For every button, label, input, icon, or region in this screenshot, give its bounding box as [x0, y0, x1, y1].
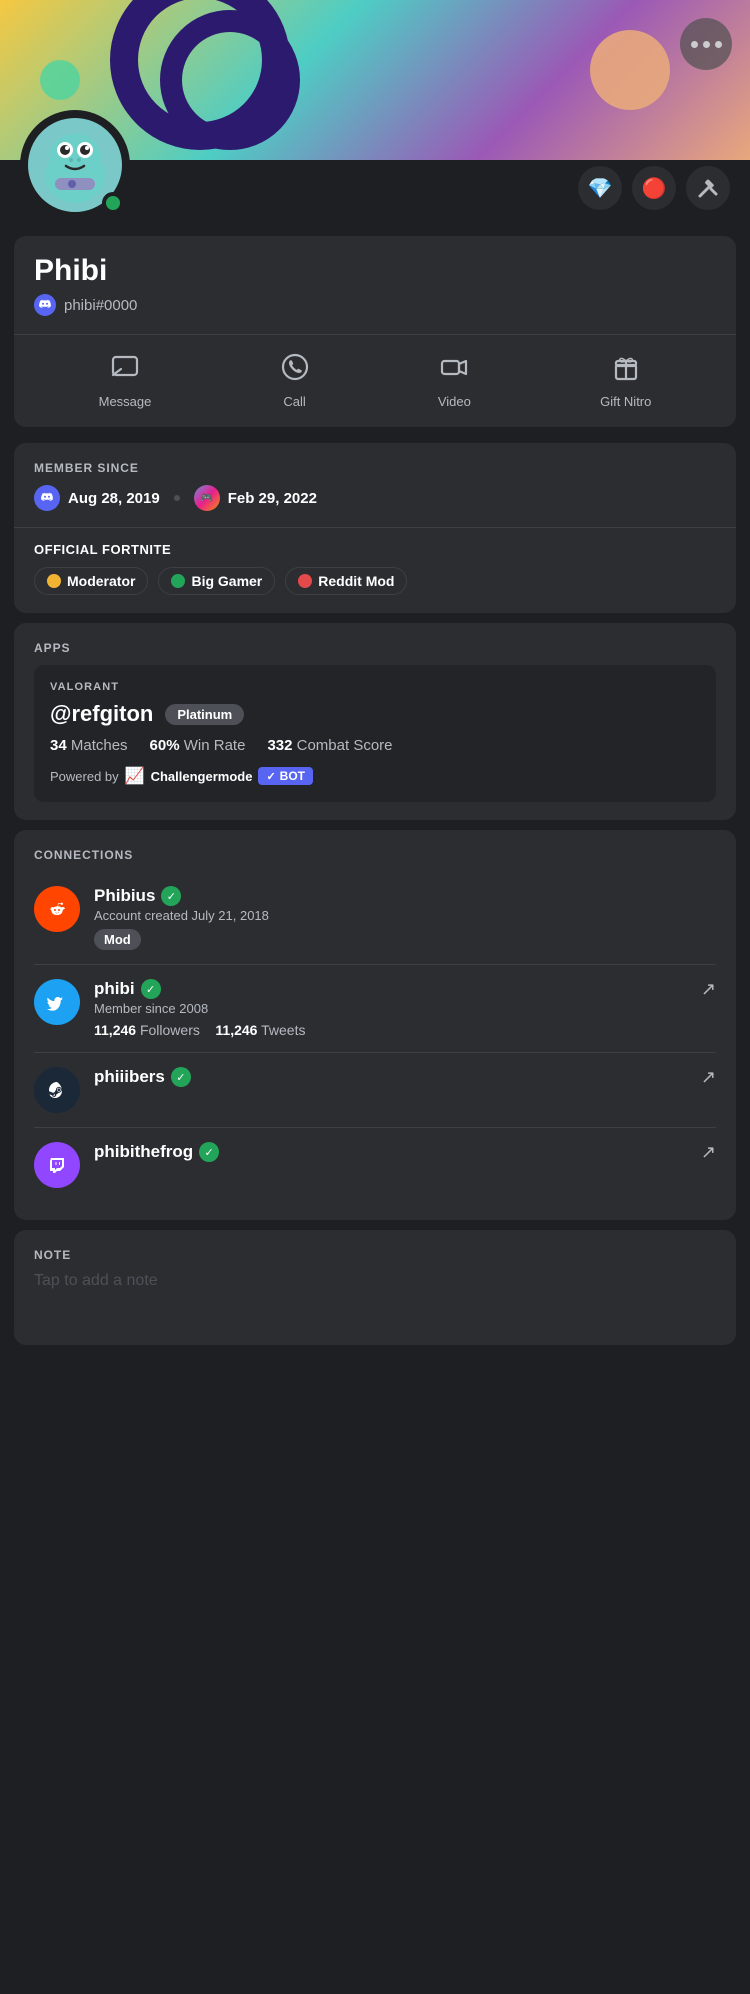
action-buttons-row: Message Call Video — [34, 335, 716, 427]
apps-label: APPS — [34, 641, 716, 655]
valorant-stats: 34 Matches 60% Win Rate 332 Combat Score — [50, 737, 700, 754]
twitter-tweets-value: 11,246 — [215, 1022, 257, 1038]
role-moderator[interactable]: Moderator — [34, 567, 148, 595]
twitter-sub-text: Member since 2008 — [94, 1001, 716, 1016]
avatar-row: 💎 🔴 — [0, 110, 750, 220]
matches-stat: 34 Matches — [50, 737, 128, 754]
mod-badge: Mod — [94, 929, 141, 950]
role-big-gamer[interactable]: Big Gamer — [158, 567, 275, 595]
more-options-button[interactable] — [680, 18, 732, 70]
connections-section: CONNECTIONS Phibius ✓ Account created Ju… — [14, 830, 736, 1220]
official-fortnite-title: OFFICIAL FORTNITE — [34, 542, 716, 557]
twitter-stats: 11,246 Followers 11,246 Tweets — [94, 1022, 716, 1038]
gift-nitro-button[interactable]: Gift Nitro — [600, 353, 651, 409]
steam-external-link[interactable]: ↗ — [701, 1067, 716, 1088]
avatar — [20, 110, 130, 220]
twitter-verified-icon: ✓ — [141, 979, 161, 999]
reddit-icon — [34, 886, 80, 932]
note-section: NOTE — [14, 1230, 736, 1345]
valorant-game-label: VALORANT — [50, 681, 700, 693]
valorant-username: @refgiton — [50, 701, 153, 727]
connection-reddit: Phibius ✓ Account created July 21, 2018 … — [34, 872, 716, 965]
twitter-followers-label: Followers — [140, 1022, 200, 1038]
gift-nitro-label: Gift Nitro — [600, 394, 651, 409]
reddit-sub-text: Account created July 21, 2018 — [94, 908, 716, 923]
tools-icon-button[interactable] — [686, 166, 730, 210]
call-label: Call — [283, 394, 305, 409]
connection-twitch: phibithefrog ✓ ↗ — [34, 1128, 716, 1202]
roles-row: Moderator Big Gamer Reddit Mod — [34, 567, 716, 595]
steam-verified-icon: ✓ — [171, 1067, 191, 1087]
twitter-connection-info: phibi ✓ Member since 2008 11,246 Followe… — [94, 979, 716, 1038]
bot-label: BOT — [280, 769, 305, 783]
twitter-tweets-label: Tweets — [261, 1022, 305, 1038]
reddit-verified-icon: ✓ — [161, 886, 181, 906]
message-button[interactable]: Message — [99, 353, 152, 409]
steam-connection-info: phiiibers ✓ — [94, 1067, 716, 1089]
note-input[interactable] — [34, 1272, 716, 1322]
twitch-external-link[interactable]: ↗ — [701, 1142, 716, 1163]
twitch-username: phibithefrog — [94, 1142, 193, 1162]
powered-by-text: Powered by — [50, 769, 119, 784]
connection-steam: phiiibers ✓ ↗ — [34, 1053, 716, 1128]
apps-section: APPS VALORANT @refgiton Platinum 34 Matc… — [14, 623, 736, 820]
bot-badge: ✓ BOT — [258, 767, 313, 785]
member-since-section: MEMBER SINCE Aug 28, 2019 🎮 Feb 29, 2022… — [14, 443, 736, 613]
challengermode-icon: 📈 — [125, 766, 145, 786]
discord-member-icon — [34, 485, 60, 511]
twitter-username: phibi — [94, 979, 135, 999]
connection-twitter: phibi ✓ Member since 2008 11,246 Followe… — [34, 965, 716, 1053]
boost-icon-button[interactable]: 🔴 — [632, 166, 676, 210]
valorant-card: VALORANT @refgiton Platinum 34 Matches 6… — [34, 665, 716, 802]
call-button[interactable]: Call — [281, 353, 309, 409]
twitch-connection-info: phibithefrog ✓ — [94, 1142, 716, 1164]
twitter-icon — [34, 979, 80, 1025]
username: Phibi — [34, 254, 716, 288]
call-icon — [281, 353, 309, 388]
discriminator-text: phibi#0000 — [64, 297, 137, 314]
discord-join-date: Aug 28, 2019 — [68, 490, 160, 507]
powered-row: Powered by 📈 Challengermode ✓ BOT — [50, 766, 700, 786]
video-icon — [440, 353, 468, 388]
message-icon — [111, 353, 139, 388]
combat-stat: 332 Combat Score — [267, 737, 392, 754]
profile-card: Phibi phibi#0000 Message — [14, 236, 736, 427]
video-label: Video — [438, 394, 471, 409]
gift-icon — [612, 353, 640, 388]
reddit-username: Phibius — [94, 886, 155, 906]
online-status — [102, 192, 124, 214]
reddit-connection-info: Phibius ✓ Account created July 21, 2018 … — [94, 886, 716, 950]
member-since-label: MEMBER SINCE — [34, 461, 716, 475]
steam-username: phiiibers — [94, 1067, 165, 1087]
steam-icon — [34, 1067, 80, 1113]
discord-icon — [34, 294, 56, 316]
video-button[interactable]: Video — [438, 353, 471, 409]
role-reddit-mod[interactable]: Reddit Mod — [285, 567, 407, 595]
message-label: Message — [99, 394, 152, 409]
twitter-external-link[interactable]: ↗ — [701, 979, 716, 1000]
note-label: NOTE — [34, 1248, 716, 1262]
twitter-followers-value: 11,246 — [94, 1022, 136, 1038]
rank-badge: Platinum — [165, 704, 244, 725]
gem-icon-button[interactable]: 💎 — [578, 166, 622, 210]
winrate-stat: 60% Win Rate — [150, 737, 246, 754]
twitch-icon — [34, 1142, 80, 1188]
twitch-verified-icon: ✓ — [199, 1142, 219, 1162]
server-icon: 🎮 — [194, 485, 220, 511]
challengermode-name: Challengermode — [151, 769, 253, 784]
connections-label: CONNECTIONS — [34, 848, 716, 862]
server-join-date: Feb 29, 2022 — [228, 490, 317, 507]
